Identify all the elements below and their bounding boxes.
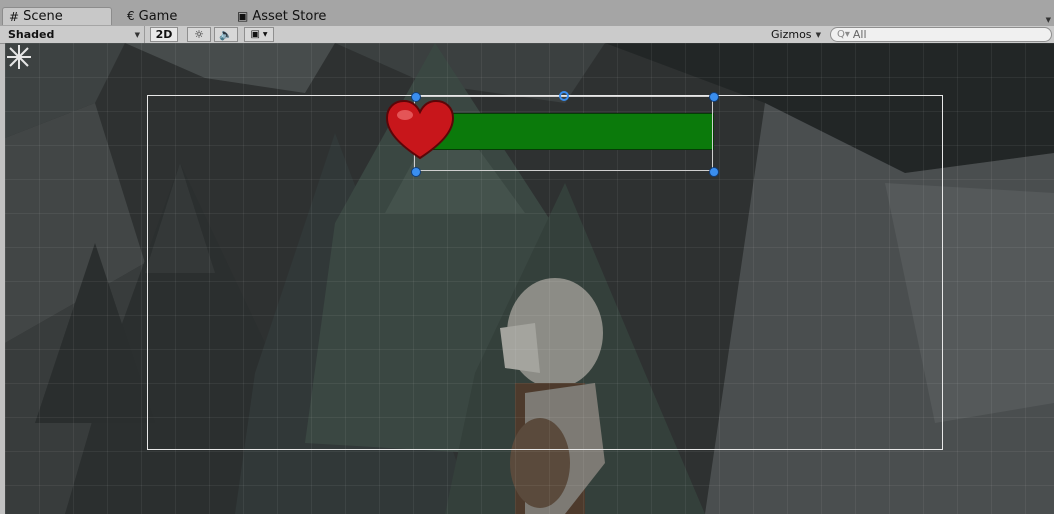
sun-icon: ☼	[194, 28, 204, 41]
chevron-down-icon: ▼	[815, 30, 821, 39]
chevron-down-icon: ▼	[134, 30, 140, 39]
resize-handle-bottom-right[interactable]	[709, 167, 719, 177]
heart-icon[interactable]	[385, 100, 455, 160]
gizmos-dropdown[interactable]: Gizmos ▼	[765, 26, 825, 43]
shading-mode-value: Shaded	[8, 28, 55, 41]
speaker-icon: 🔈	[219, 28, 233, 41]
resize-handle-top-left[interactable]	[411, 92, 421, 102]
tab-asset-store-label: Asset Store	[252, 8, 327, 24]
game-controller-icon: €	[127, 9, 135, 23]
hierarchy-search-field[interactable]: Q▾	[830, 27, 1052, 42]
tab-scene[interactable]: # Scene	[2, 7, 112, 25]
tab-game-label: Game	[138, 8, 178, 24]
tab-menu-chevron-icon[interactable]: ▼	[1046, 16, 1051, 24]
shading-mode-dropdown[interactable]: Shaded ▼	[2, 26, 145, 43]
anchor-pivot-icon[interactable]	[5, 43, 33, 71]
2d-mode-toggle[interactable]: 2D	[150, 27, 178, 42]
gizmos-label: Gizmos	[771, 28, 812, 41]
search-icon: Q▾	[837, 29, 850, 40]
scene-effects-dropdown[interactable]: ▣ ▼	[244, 27, 274, 42]
tab-scene-label: Scene	[23, 9, 63, 24]
editor-tab-bar: # Scene € Game ▣ Asset Store ▼	[0, 0, 1054, 27]
image-icon: ▣	[250, 29, 260, 40]
grid-hash-icon: #	[9, 9, 20, 24]
search-input[interactable]	[852, 28, 1003, 41]
tab-game[interactable]: € Game	[127, 7, 177, 25]
scene-lighting-toggle[interactable]: ☼	[187, 27, 211, 42]
health-bar-rect-transform[interactable]	[414, 96, 713, 171]
tab-asset-store[interactable]: ▣ Asset Store	[237, 7, 326, 25]
resize-handle-bottom-left[interactable]	[411, 167, 421, 177]
shopping-bag-icon: ▣	[237, 9, 249, 23]
scene-viewport[interactable]	[5, 43, 1054, 514]
chevron-down-icon: ▼	[262, 31, 268, 38]
resize-handle-top-right[interactable]	[709, 92, 719, 102]
scene-toolbar: Shaded ▼ 2D ☼ 🔈 ▣ ▼ Gizmos ▼ Q▾	[0, 26, 1054, 44]
scene-audio-toggle[interactable]: 🔈	[214, 27, 238, 42]
rotation-pivot-icon[interactable]	[559, 91, 569, 101]
